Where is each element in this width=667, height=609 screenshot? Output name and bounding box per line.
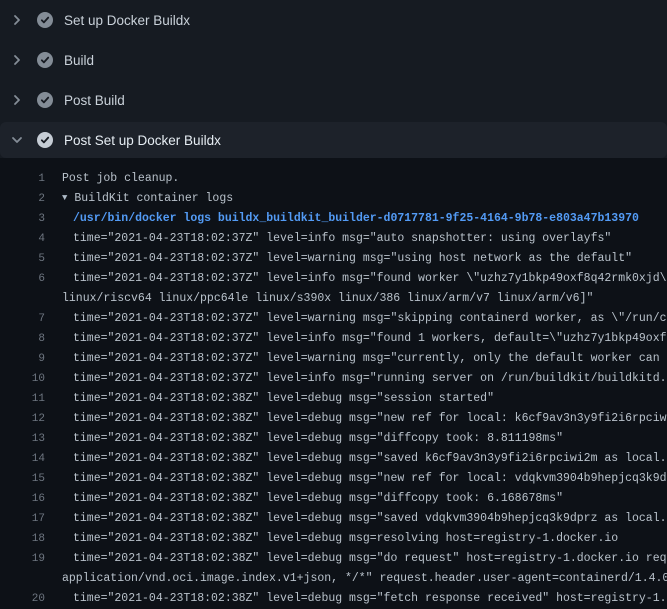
line-number[interactable]: 1 [0,169,45,189]
line-text: time="2021-04-23T18:02:37Z" level=warnin… [62,349,667,369]
log-line: 10 time="2021-04-23T18:02:37Z" level=info… [0,369,667,389]
group-label: BuildKit container logs [74,192,233,205]
log-line: 18 time="2021-04-23T18:02:38Z" level=debu… [0,529,667,549]
check-circle-icon [37,92,53,108]
line-number[interactable]: 5 [0,249,45,269]
log-line: 20 time="2021-04-23T18:02:38Z" level=debu… [0,589,667,609]
line-number[interactable]: 15 [0,469,45,489]
line-number[interactable]: 3 [0,209,45,229]
line-text: time="2021-04-23T18:02:38Z" level=debug … [62,589,667,609]
log-line: 7 time="2021-04-23T18:02:37Z" level=warni… [0,309,667,329]
step-title: Post Set up Docker Buildx [64,133,221,148]
step-row-build[interactable]: Build [0,40,667,80]
chevron-right-icon[interactable] [9,92,25,108]
line-text: time="2021-04-23T18:02:38Z" level=debug … [62,409,667,429]
step-title: Post Build [64,93,125,108]
line-number[interactable]: 17 [0,509,45,529]
log-line: 1 Post job cleanup. [0,169,667,189]
log-line: 17 time="2021-04-23T18:02:38Z" level=debu… [0,509,667,529]
chevron-down-icon[interactable] [9,132,25,148]
log-line: 15 time="2021-04-23T18:02:38Z" level=debu… [0,469,667,489]
line-text: time="2021-04-23T18:02:38Z" level=debug … [62,389,494,409]
line-number[interactable]: 16 [0,489,45,509]
step-title: Build [64,53,94,68]
line-text: time="2021-04-23T18:02:37Z" level=info m… [62,369,667,389]
log-line-continuation: linux/riscv64 linux/ppc64le linux/s390x … [0,289,667,309]
log-line: 4 time="2021-04-23T18:02:37Z" level=info … [0,229,667,249]
line-text: time="2021-04-23T18:02:37Z" level=warnin… [62,309,667,329]
line-text: linux/riscv64 linux/ppc64le linux/s390x … [62,289,593,309]
log-line: 13 time="2021-04-23T18:02:38Z" level=debu… [0,429,667,449]
line-number[interactable]: 4 [0,229,45,249]
log-line: 14 time="2021-04-23T18:02:38Z" level=debu… [0,449,667,469]
line-number[interactable]: 11 [0,389,45,409]
line-number[interactable]: 12 [0,409,45,429]
line-number[interactable]: 7 [0,309,45,329]
log-line: 16 time="2021-04-23T18:02:38Z" level=debu… [0,489,667,509]
line-number[interactable]: 13 [0,429,45,449]
line-text: time="2021-04-23T18:02:38Z" level=debug … [62,469,667,489]
log-line: 5 time="2021-04-23T18:02:37Z" level=warni… [0,249,667,269]
log-line: 19 time="2021-04-23T18:02:38Z" level=debu… [0,549,667,569]
line-text: time="2021-04-23T18:02:37Z" level=info m… [62,329,667,349]
chevron-right-icon[interactable] [9,52,25,68]
line-number[interactable]: 6 [0,269,45,289]
line-text: time="2021-04-23T18:02:38Z" level=debug … [62,509,667,529]
check-circle-icon [37,12,53,28]
command-line-text: /usr/bin/docker logs buildx_buildkit_bui… [62,209,639,229]
line-text: time="2021-04-23T18:02:38Z" level=debug … [62,549,667,569]
line-text: time="2021-04-23T18:02:38Z" level=debug … [62,429,563,449]
chevron-right-icon[interactable] [9,12,25,28]
line-number[interactable]: 9 [0,349,45,369]
line-number[interactable]: 19 [0,549,45,569]
line-text: time="2021-04-23T18:02:37Z" level=info m… [62,269,667,289]
log-line: 11 time="2021-04-23T18:02:38Z" level=debu… [0,389,667,409]
line-number [0,569,45,589]
log-line: 3/usr/bin/docker logs buildx_buildkit_bu… [0,209,667,229]
log-line: 12 time="2021-04-23T18:02:38Z" level=debu… [0,409,667,429]
line-text: time="2021-04-23T18:02:37Z" level=info m… [62,229,611,249]
check-circle-icon [37,52,53,68]
steps-panel: Set up Docker Buildx Build Post Build Post … [0,0,667,158]
line-number[interactable]: 14 [0,449,45,469]
log-area: 1 Post job cleanup. 2 ▼ BuildKit container l… [0,158,667,609]
log-line: 6 time="2021-04-23T18:02:37Z" level=info … [0,269,667,289]
step-row-set-up-docker-buildx[interactable]: Set up Docker Buildx [0,0,667,40]
line-text: time="2021-04-23T18:02:38Z" level=debug … [62,449,667,469]
log-line-continuation: application/vnd.oci.image.index.v1+json,… [0,569,667,589]
log-line: 8 time="2021-04-23T18:02:37Z" level=info … [0,329,667,349]
log-line: 2 ▼ BuildKit container logs [0,189,667,209]
log-line: 9 time="2021-04-23T18:02:37Z" level=warni… [0,349,667,369]
line-number[interactable]: 2 [0,189,45,209]
line-text: Post job cleanup. [62,169,179,189]
line-text[interactable]: ▼ BuildKit container logs [62,189,233,209]
step-row-post-set-up-docker-buildx[interactable]: Post Set up Docker Buildx [0,122,667,158]
step-title: Set up Docker Buildx [64,13,190,28]
line-text: application/vnd.oci.image.index.v1+json,… [62,569,667,589]
line-number[interactable]: 10 [0,369,45,389]
line-number[interactable]: 8 [0,329,45,349]
line-number[interactable]: 20 [0,589,45,609]
triangle-down-icon[interactable]: ▼ [62,189,67,208]
line-text: time="2021-04-23T18:02:37Z" level=warnin… [62,249,632,269]
line-text: time="2021-04-23T18:02:38Z" level=debug … [62,529,618,549]
check-circle-icon [37,132,53,148]
line-text: time="2021-04-23T18:02:38Z" level=debug … [62,489,563,509]
step-row-post-build[interactable]: Post Build [0,80,667,120]
line-number[interactable]: 18 [0,529,45,549]
line-number [0,289,45,309]
